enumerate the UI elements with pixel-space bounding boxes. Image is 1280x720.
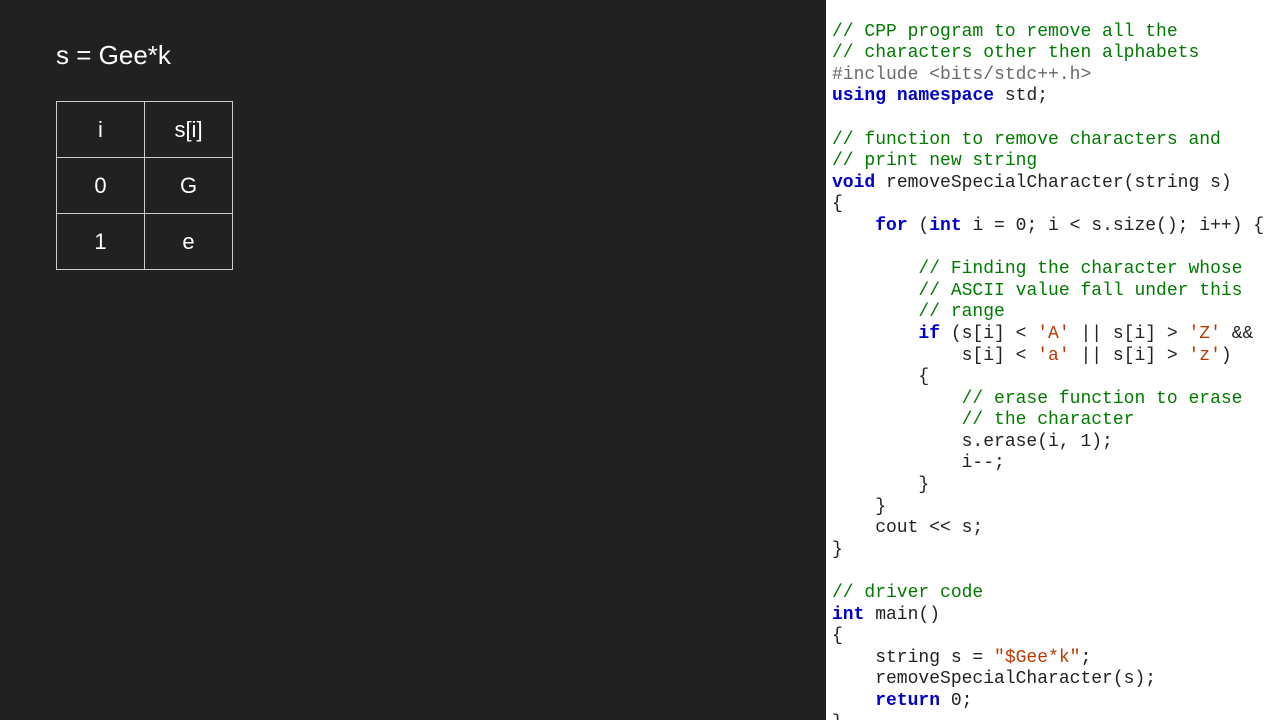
brace: {	[832, 194, 843, 214]
code-text: ;	[1080, 648, 1091, 668]
table-header-si: s[i]	[145, 102, 233, 158]
cell-s-1: e	[145, 214, 233, 270]
code-text: (s[i] <	[940, 324, 1037, 344]
code-text: || s[i] >	[1070, 346, 1189, 366]
brace: {	[832, 626, 843, 646]
code-text: || s[i] >	[1070, 324, 1189, 344]
comment: // Finding the character whose	[918, 259, 1242, 279]
string-literal: "$Gee*k"	[994, 648, 1080, 668]
char-literal: 'A'	[1037, 324, 1069, 344]
visualization-panel: s = Gee*k i s[i] 0 G 1 e	[0, 0, 826, 720]
code-panel: // CPP program to remove all the // char…	[826, 0, 1280, 720]
table-header-row: i s[i]	[57, 102, 233, 158]
keyword-namespace: namespace	[897, 86, 994, 106]
trace-table: i s[i] 0 G 1 e	[56, 101, 233, 270]
char-literal: 'z'	[1188, 346, 1220, 366]
code-text: &&	[1221, 324, 1253, 344]
cell-i-1: 1	[57, 214, 145, 270]
keyword-if: if	[918, 324, 940, 344]
keyword-void: void	[832, 173, 875, 193]
code-text: )	[1221, 346, 1232, 366]
code-block: // CPP program to remove all the // char…	[826, 22, 1280, 720]
comment: // the character	[962, 410, 1135, 430]
brace: }	[832, 713, 843, 720]
char-literal: 'Z'	[1188, 324, 1220, 344]
code-text: (	[908, 216, 930, 236]
expression-text: s = Gee*k	[56, 40, 770, 71]
code-text: string s =	[832, 648, 994, 668]
keyword-int: int	[929, 216, 961, 236]
cell-i-0: 0	[57, 158, 145, 214]
preprocessor: #include <bits/stdc++.h>	[832, 65, 1091, 85]
code-text: removeSpecialCharacter(s);	[832, 669, 1156, 689]
keyword-return: return	[875, 691, 940, 711]
comment: // characters other then alphabets	[832, 43, 1199, 63]
code-text: main()	[864, 605, 940, 625]
comment: // function to remove characters and	[832, 130, 1221, 150]
table-header-i: i	[57, 102, 145, 158]
char-literal: 'a'	[1037, 346, 1069, 366]
code-text: removeSpecialCharacter(string s)	[875, 173, 1231, 193]
cell-s-0: G	[145, 158, 233, 214]
brace: }	[832, 475, 929, 495]
comment: // driver code	[832, 583, 983, 603]
code-text: std;	[994, 86, 1048, 106]
brace: {	[832, 367, 929, 387]
comment: // CPP program to remove all the	[832, 22, 1178, 42]
table-row: 1 e	[57, 214, 233, 270]
keyword-for: for	[875, 216, 907, 236]
comment: // erase function to erase	[962, 389, 1243, 409]
code-text: i = 0; i < s.size(); i++) {	[962, 216, 1264, 236]
code-text: 0;	[940, 691, 972, 711]
brace: }	[832, 497, 886, 517]
keyword-using: using	[832, 86, 886, 106]
comment: // print new string	[832, 151, 1037, 171]
comment: // range	[918, 302, 1004, 322]
code-text: s.erase(i, 1);	[832, 432, 1113, 452]
code-text: s[i] <	[832, 346, 1037, 366]
table-row: 0 G	[57, 158, 233, 214]
comment: // ASCII value fall under this	[918, 281, 1242, 301]
code-text: cout << s;	[832, 518, 983, 538]
brace: }	[832, 540, 843, 560]
keyword-int: int	[832, 605, 864, 625]
code-text: i--;	[832, 453, 1005, 473]
